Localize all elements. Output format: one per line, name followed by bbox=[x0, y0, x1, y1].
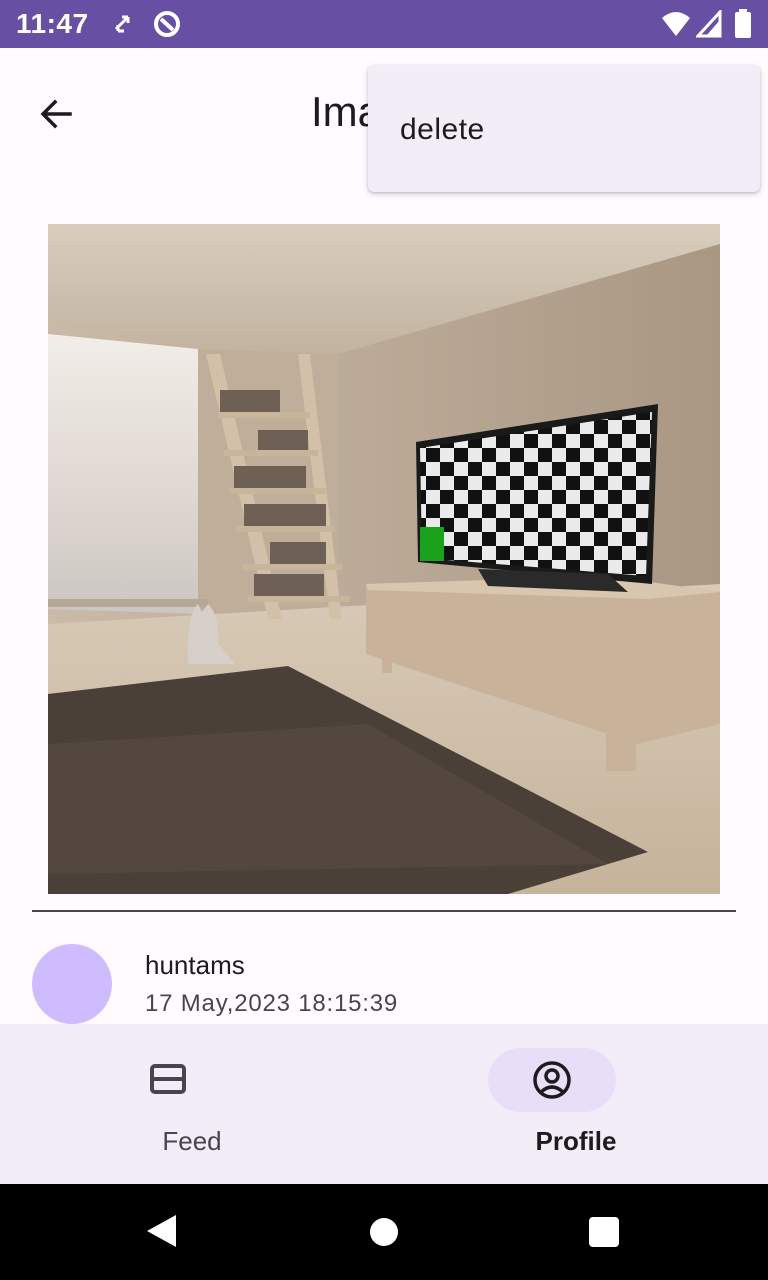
signal-icon bbox=[696, 10, 722, 38]
status-time: 11:47 bbox=[16, 8, 89, 39]
nav-label-feed: Feed bbox=[162, 1126, 222, 1156]
menu-item-delete[interactable]: delete bbox=[368, 65, 760, 192]
feed-card-icon bbox=[150, 1064, 186, 1094]
menu-item-label: delete bbox=[400, 113, 485, 146]
nav-label-profile: Profile bbox=[535, 1126, 617, 1156]
bottom-navigation: Feed Profile bbox=[0, 1024, 768, 1184]
author-name[interactable]: huntams bbox=[145, 950, 245, 981]
status-bar: 11:47 bbox=[0, 0, 768, 48]
no-disturb-icon bbox=[154, 11, 180, 37]
home-circle-icon[interactable] bbox=[370, 1218, 398, 1246]
overflow-menu: delete bbox=[368, 65, 760, 192]
post-timestamp: 17 May,2023 18:15:39 bbox=[145, 990, 399, 1017]
divider bbox=[32, 910, 736, 912]
nav-item-profile[interactable]: Profile bbox=[384, 1024, 768, 1184]
sync-icon bbox=[114, 15, 130, 33]
nav-item-feed[interactable]: Feed bbox=[0, 1024, 384, 1184]
back-button[interactable] bbox=[24, 82, 88, 146]
post-image bbox=[48, 224, 720, 894]
back-triangle-icon[interactable] bbox=[146, 1214, 178, 1248]
wifi-icon bbox=[662, 12, 690, 36]
battery-icon bbox=[735, 9, 751, 38]
recents-square-icon[interactable] bbox=[589, 1217, 619, 1247]
account-circle-icon bbox=[533, 1061, 571, 1099]
arrow-back-icon bbox=[40, 99, 72, 129]
avatar[interactable] bbox=[32, 944, 112, 1024]
